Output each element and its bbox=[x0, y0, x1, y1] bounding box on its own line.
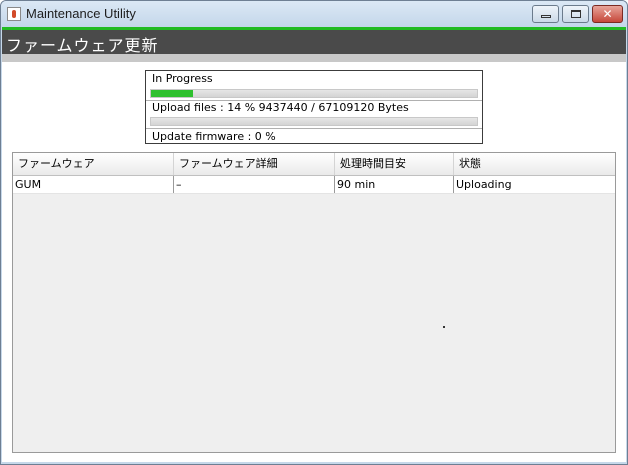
close-button[interactable]: ✕ bbox=[592, 5, 623, 23]
maximize-button[interactable] bbox=[562, 5, 589, 23]
column-header-status[interactable]: 状態 bbox=[454, 153, 615, 175]
column-header-firmware-detail[interactable]: ファームウェア詳細 bbox=[174, 153, 335, 175]
minimize-icon bbox=[541, 15, 551, 18]
status-label: In Progress bbox=[152, 72, 213, 85]
stray-pixel bbox=[443, 326, 445, 328]
minimize-button[interactable] bbox=[532, 5, 559, 23]
close-icon: ✕ bbox=[602, 7, 613, 21]
header-divider bbox=[2, 54, 626, 62]
firmware-table: ファームウェア ファームウェア詳細 処理時間目安 状態 GUM – 90 min… bbox=[12, 152, 616, 453]
table-row[interactable]: GUM – 90 min Uploading bbox=[13, 176, 615, 194]
cell-status: Uploading bbox=[456, 178, 512, 191]
status-progress-bar bbox=[150, 89, 478, 98]
cell-firmware-detail: – bbox=[174, 176, 335, 193]
page-title: ファームウェア更新 bbox=[6, 36, 159, 55]
table-header: ファームウェア ファームウェア詳細 処理時間目安 状態 bbox=[13, 153, 615, 176]
column-header-firmware[interactable]: ファームウェア bbox=[13, 153, 174, 175]
cell-firmware: GUM bbox=[13, 176, 174, 193]
upload-label: Upload files : 14 % 9437440 / 67109120 B… bbox=[152, 101, 409, 114]
update-label: Update firmware : 0 % bbox=[152, 130, 276, 143]
upload-progress-bar bbox=[150, 117, 478, 126]
column-header-estimated-time[interactable]: 処理時間目安 bbox=[335, 153, 454, 175]
cell-estimated-time: 90 min bbox=[335, 176, 454, 193]
maximize-icon bbox=[571, 10, 581, 18]
title-bar[interactable]: Maintenance Utility ✕ bbox=[1, 1, 627, 27]
status-progress-fill bbox=[151, 90, 194, 97]
page-header: ファームウェア更新 bbox=[2, 30, 626, 55]
progress-panel: In Progress Upload files : 14 % 9437440 … bbox=[145, 70, 483, 144]
java-app-icon bbox=[7, 7, 21, 21]
window-title: Maintenance Utility bbox=[26, 6, 136, 21]
separator bbox=[146, 128, 482, 129]
app-window: Maintenance Utility ✕ ファームウェア更新 In Progr… bbox=[0, 0, 628, 465]
